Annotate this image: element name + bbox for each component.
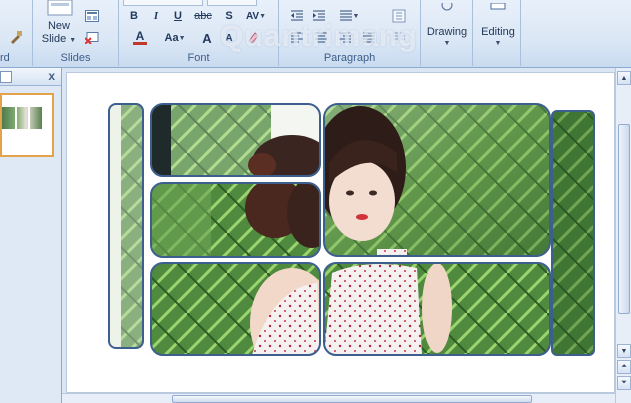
tile-middle-left[interactable] <box>151 178 337 257</box>
clipboard-group: rd <box>0 0 33 66</box>
photo-collage <box>108 103 595 378</box>
change-case-label: Aa <box>164 32 179 44</box>
slides-pane: x <box>0 68 62 403</box>
chevron-down-icon: ▼ <box>259 12 267 20</box>
font-name-combo[interactable] <box>123 0 203 6</box>
drawing-label: Drawing <box>426 26 468 38</box>
delete-slide-icon[interactable] <box>83 30 101 46</box>
slides-group: New Slide ▼ Slides <box>33 0 119 66</box>
format-painter-icon[interactable] <box>6 28 26 46</box>
slide-canvas[interactable] <box>66 72 615 393</box>
tile-bottom-right[interactable] <box>324 263 550 355</box>
change-case-button[interactable]: Aa ▼ <box>159 29 191 47</box>
close-pane-button[interactable]: x <box>48 69 55 83</box>
scroll-up-icon[interactable]: ▲ <box>617 71 631 85</box>
scroll-down-icon[interactable]: ▼ <box>617 344 631 358</box>
find-icon <box>490 2 506 10</box>
slide-workspace <box>62 68 615 393</box>
horizontal-scrollbar[interactable] <box>62 393 615 403</box>
chevron-down-icon: ▼ <box>178 34 186 42</box>
horizontal-scroll-thumb[interactable] <box>172 395 532 403</box>
next-slide-icon[interactable]: ⏷ <box>617 376 631 390</box>
tile-top-right[interactable] <box>314 104 550 259</box>
grow-font-button[interactable]: A <box>197 29 217 47</box>
font-size-combo[interactable] <box>207 0 257 6</box>
slide-thumbnail-image <box>2 107 42 129</box>
scroll-thumb[interactable] <box>618 124 630 314</box>
slides-group-label: Slides <box>60 52 91 64</box>
new-slide-icon <box>47 0 73 16</box>
thumbnail-divider <box>28 107 30 129</box>
chevron-down-icon: ▼ <box>494 40 502 47</box>
editing-group: Editing ▼ <box>475 0 521 66</box>
layout-icon[interactable] <box>83 8 101 24</box>
bold-button[interactable]: B <box>124 7 144 25</box>
thumbnail-divider <box>15 107 17 129</box>
strikethrough-button[interactable]: abc <box>190 7 216 25</box>
font-color-label: A <box>135 29 145 43</box>
drawing-button[interactable]: Drawing ▼ <box>423 0 471 50</box>
drawing-group: Drawing ▼ <box>421 0 473 66</box>
chevron-down-icon: ▼ <box>443 40 451 47</box>
font-color-swatch <box>133 42 147 45</box>
slide-thumbnail[interactable] <box>0 93 54 157</box>
tile-top-left[interactable] <box>151 104 332 191</box>
previous-slide-icon[interactable]: ⏶ <box>617 360 631 374</box>
chevron-down-icon: ▼ <box>69 37 77 44</box>
pane-tabs: x <box>0 68 61 86</box>
outline-tab-icon[interactable] <box>0 71 12 83</box>
new-slide-button[interactable]: New Slide ▼ <box>39 0 79 52</box>
watermark: Quantrimang <box>220 20 418 53</box>
shapes-icon <box>441 0 453 11</box>
vertical-scrollbar[interactable]: ▲ ▼ ⏶ ⏷ <box>615 68 631 403</box>
editing-button[interactable]: Editing ▼ <box>476 0 520 50</box>
ribbon: rd New Slide ▼ Slides B I U abc S AV ▼ A… <box>0 0 631 68</box>
tile-bottom-left[interactable] <box>151 263 334 378</box>
tile-strip-right[interactable] <box>552 111 594 355</box>
italic-button[interactable]: I <box>146 7 166 25</box>
underline-button[interactable]: U <box>168 7 188 25</box>
editing-label: Editing <box>481 26 515 38</box>
chevron-down-icon: ▼ <box>352 12 360 20</box>
clipboard-group-label: rd <box>0 52 10 64</box>
new-slide-label: New Slide ▼ <box>41 20 77 45</box>
font-color-button[interactable]: A <box>124 29 156 47</box>
